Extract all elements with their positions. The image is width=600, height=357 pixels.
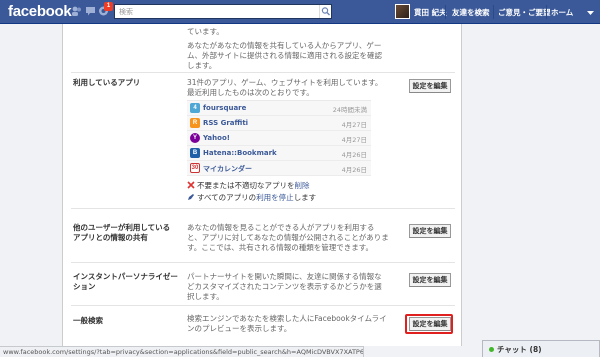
intro-line: ています。: [187, 27, 224, 36]
friend-requests-icon[interactable]: [71, 5, 82, 17]
divider: [71, 305, 455, 306]
messages-icon[interactable]: [85, 5, 96, 17]
nav-divider: [546, 5, 547, 19]
online-status-icon: [489, 347, 494, 352]
notification-badge: 1: [104, 2, 113, 11]
instant-personalization-label: インスタントパーソナライゼーション: [73, 272, 178, 291]
feedback-link[interactable]: ご意見・ご要望: [498, 7, 551, 18]
app-last-used: 4月27日: [341, 121, 367, 129]
divider: [71, 262, 455, 263]
remove-icon: [187, 181, 195, 189]
disable-apps-row: すべてのアプリの利用を停止します: [187, 192, 316, 203]
search-icon: [321, 7, 330, 16]
disable-apps-suffix: します: [293, 193, 317, 202]
profile-link[interactable]: 貫田 紀夫: [414, 7, 447, 18]
public-search-label: 一般検索: [73, 316, 103, 325]
apps-edit-button[interactable]: 設定を編集: [409, 79, 451, 93]
app-name[interactable]: Hatena::Bookmark: [203, 149, 277, 157]
app-last-used: 4月27日: [341, 136, 367, 144]
info-shared-edit-button[interactable]: 設定を編集: [409, 224, 451, 238]
nav-divider: [445, 5, 446, 19]
rss-icon: R: [190, 118, 200, 128]
intro-line: あなたがあなたの情報を共有している人からアプリ、ゲーム、外部サイトに提供される情…: [187, 41, 382, 70]
nav-divider: [493, 5, 494, 19]
list-item[interactable]: 30 マイカレンダー 4月26日: [187, 161, 371, 176]
divider: [71, 72, 455, 73]
facebook-logo[interactable]: facebook: [8, 3, 72, 20]
instant-personalization-description: パートナーサイトを開いた瞬間に、友達に関係する情報などカスタマイズされたコンテン…: [187, 272, 382, 301]
app-last-used: 4月26日: [341, 166, 367, 174]
apps-in-use-label: 利用しているアプリ: [73, 78, 141, 87]
recent-apps-list: 4 foursquare 24時間未満 R RSS Graffiti 4月27日…: [187, 100, 371, 176]
list-item[interactable]: B Hatena::Bookmark 4月26日: [187, 146, 371, 161]
divider: [71, 208, 455, 209]
public-search-edit-button[interactable]: 設定を編集: [409, 317, 451, 331]
instant-personalization-edit-button[interactable]: 設定を編集: [409, 273, 451, 287]
browser-status-url: www.facebook.com/settings/?tab=privacy&s…: [0, 346, 364, 357]
calendar-icon: 30: [190, 163, 200, 173]
search-button[interactable]: [319, 5, 331, 18]
apps-in-use-description: 31件のアプリ、ゲーム、ウェブサイトを利用しています。最近利用したものは次のとお…: [187, 78, 383, 97]
hatena-icon: B: [190, 148, 200, 158]
app-last-used: 24時間未満: [332, 106, 367, 114]
list-item[interactable]: Y Yahoo! 4月27日: [187, 131, 371, 146]
chat-label: チャット (8): [497, 345, 542, 354]
privacy-settings-panel: ています。 あなたがあなたの情報を共有している人からアプリ、ゲーム、外部サイトに…: [62, 24, 462, 346]
remove-apps-row: 不要または不適切なアプリを削除: [187, 180, 310, 191]
app-name[interactable]: マイカレンダー: [203, 164, 252, 174]
info-shared-label: 他のユーザーが利用しているアプリとの情報の共有: [73, 223, 171, 242]
list-item[interactable]: 4 foursquare 24時間未満: [187, 101, 371, 116]
chat-sidebar-toggle[interactable]: チャット (8): [482, 340, 600, 357]
account-menu-icon[interactable]: [585, 7, 596, 19]
public-search-description: 検索エンジンであなたを検索した人にFacebookタイムラインのプレビューを表示…: [187, 314, 387, 333]
disable-apps-link[interactable]: 利用を停止: [256, 193, 294, 202]
home-link[interactable]: ホーム: [551, 7, 573, 18]
search-input[interactable]: 検索: [114, 4, 332, 19]
foursquare-icon: 4: [190, 103, 200, 113]
app-name[interactable]: foursquare: [203, 104, 246, 112]
info-shared-description: あなたの情報を見ることができる人がアプリを利用すると、アプリに対してあなたの情報…: [187, 223, 389, 252]
app-last-used: 4月26日: [341, 151, 367, 159]
app-name[interactable]: Yahoo!: [203, 134, 230, 142]
remove-apps-link[interactable]: 削除: [295, 181, 310, 190]
intro-text: ています。 あなたがあなたの情報を共有している人からアプリ、ゲーム、外部サイトに…: [187, 27, 383, 71]
find-friends-link[interactable]: 友達を検索: [452, 7, 490, 18]
top-nav-bar: facebook 1 検索 貫田 紀夫 友達を検索 ご意見・ご要望 ホーム: [0, 0, 600, 24]
yahoo-icon: Y: [190, 133, 200, 143]
remove-apps-text: 不要または不適切なアプリを: [197, 181, 295, 190]
app-name[interactable]: RSS Graffiti: [203, 119, 248, 127]
list-item[interactable]: R RSS Graffiti 4月27日: [187, 116, 371, 131]
disable-apps-text: すべてのアプリの: [197, 193, 257, 202]
pencil-icon: [188, 194, 194, 200]
avatar[interactable]: [395, 4, 410, 19]
